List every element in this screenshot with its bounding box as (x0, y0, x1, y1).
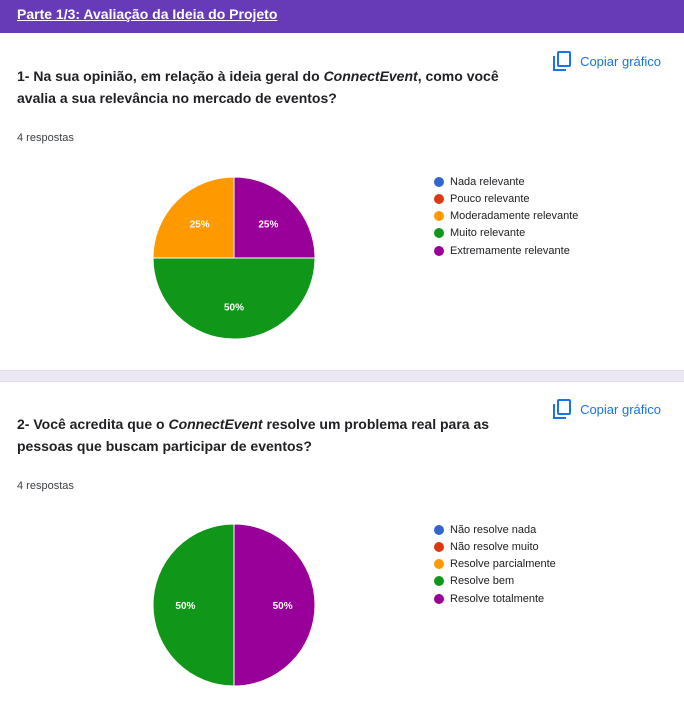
pie-slice-moderadamente-relevante (152, 176, 235, 259)
legend-dot-icon (434, 211, 444, 222)
legend-label: Não resolve muito (450, 540, 539, 553)
legend-dot-icon (434, 228, 444, 239)
question-card-2: Copiar gráfico 2- Você acredita que o Co… (0, 382, 684, 713)
legend-item-pouco-relevante: Pouco relevante (434, 190, 578, 207)
question-title-2: 2- Você acredita que o ConnectEvent reso… (17, 413, 517, 457)
question-title-italic: ConnectEvent (323, 68, 418, 84)
response-count-1: 4 respostas (17, 132, 74, 144)
legend-item-nao-resolve-muito: Não resolve muito (434, 538, 556, 555)
question-title-italic: ConnectEvent (168, 416, 263, 432)
copy-icon (553, 51, 572, 71)
question-title-1: 1- Na sua opinião, em relação à ideia ge… (17, 65, 517, 109)
legend-label: Resolve totalmente (450, 592, 545, 605)
section-header: Parte 1/3: Avaliação da Ideia do Projeto (0, 0, 684, 33)
legend-item-nao-resolve-nada: Não resolve nada (434, 521, 556, 538)
question-title-prefix: 2- Você acredita que o (17, 416, 169, 432)
question-card-1: Copiar gráfico 1- Na sua opinião, em rel… (0, 33, 684, 370)
legend-1: Nada relevante Pouco relevante Moderadamen… (434, 173, 578, 259)
legend-label: Não resolve nada (450, 523, 537, 536)
pie-chart-1: 25% 50% 25% (152, 176, 316, 340)
pie-slice-muito-relevante (152, 257, 316, 340)
pie-chart-2: 50% 50% (152, 523, 316, 687)
question-title-prefix: 1- Na sua opinião, em relação à ideia ge… (17, 68, 324, 84)
slice-label-extremamente-relevante: 25% (258, 220, 278, 231)
legend-dot-icon (434, 193, 444, 204)
legend-item-extremamente-relevante: Extremamente relevante (434, 242, 578, 259)
legend-label: Resolve bem (450, 575, 515, 588)
legend-dot-icon (434, 593, 444, 604)
slice-label-resolve-bem: 50% (175, 601, 195, 612)
legend-item-resolve-totalmente: Resolve totalmente (434, 590, 556, 607)
legend-dot-icon (434, 541, 444, 552)
legend-dot-icon (434, 576, 444, 587)
legend-dot-icon (434, 559, 444, 570)
legend-label: Extremamente relevante (450, 244, 570, 257)
section-title: Parte 1/3: Avaliação da Ideia do Projeto (17, 6, 278, 22)
copy-icon (553, 399, 572, 419)
pie-slice-extremamente-relevante (233, 176, 316, 259)
legend-item-resolve-parcialmente: Resolve parcialmente (434, 556, 556, 573)
legend-dot-icon (434, 524, 444, 535)
legend-label: Pouco relevante (450, 192, 530, 205)
legend-dot-icon (434, 176, 444, 187)
legend-label: Nada relevante (450, 175, 525, 188)
slice-label-resolve-totalmente: 50% (273, 601, 293, 612)
legend-dot-icon (434, 245, 444, 256)
legend-item-nada-relevante: Nada relevante (434, 173, 578, 190)
slice-label-moderadamente-relevante: 25% (190, 220, 210, 231)
copy-chart-label: Copiar gráfico (580, 53, 661, 69)
legend-item-resolve-bem: Resolve bem (434, 573, 556, 590)
copy-chart-label: Copiar gráfico (580, 401, 661, 417)
copy-chart-button-2[interactable]: Copiar gráfico (553, 397, 661, 421)
slice-label-muito-relevante: 50% (224, 303, 244, 314)
legend-item-muito-relevante: Muito relevante (434, 225, 578, 242)
response-count-2: 4 respostas (17, 480, 74, 492)
legend-label: Resolve parcialmente (450, 558, 556, 571)
card-divider (0, 370, 684, 382)
legend-label: Moderadamente relevante (450, 210, 579, 223)
legend-2: Não resolve nada Não resolve muito Resolve… (434, 521, 556, 607)
legend-item-moderadamente-relevante: Moderadamente relevante (434, 208, 578, 225)
copy-chart-button-1[interactable]: Copiar gráfico (553, 49, 661, 73)
legend-label: Muito relevante (450, 227, 526, 240)
